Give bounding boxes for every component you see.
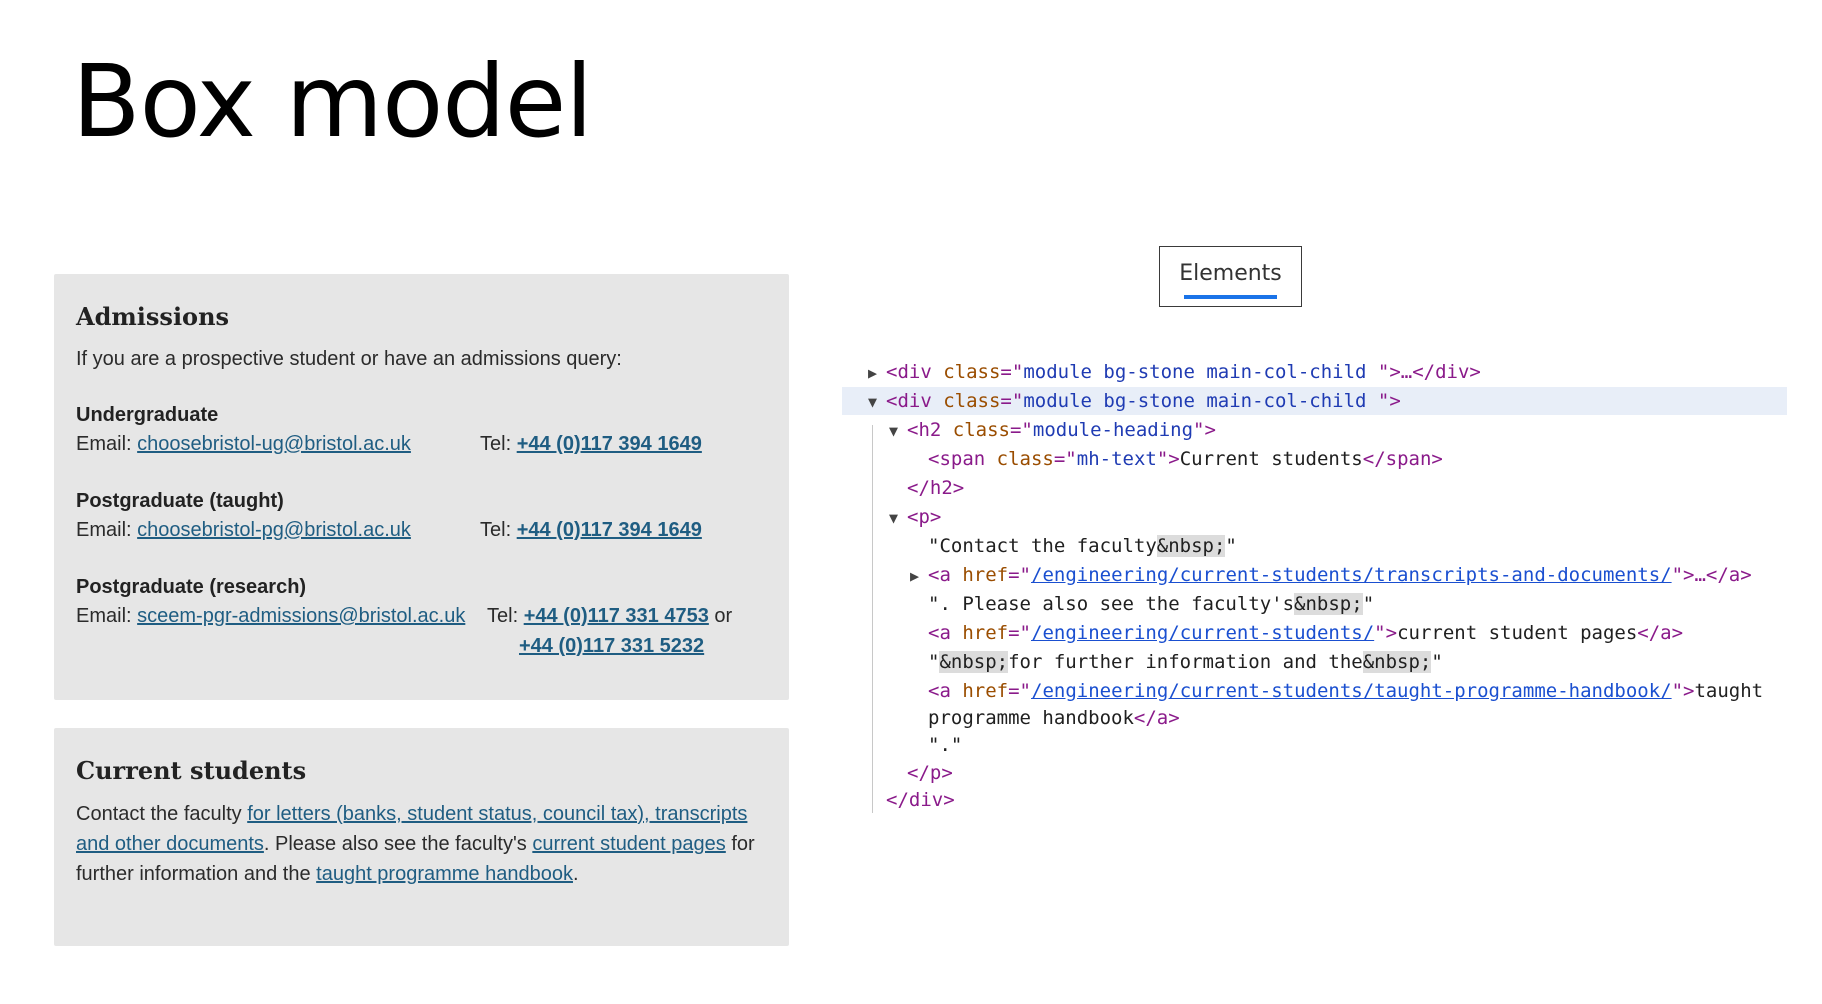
pg-research-email-link[interactable]: sceem-pgr-admissions@bristol.ac.uk xyxy=(137,605,465,627)
pg-research-title: Postgraduate (research) xyxy=(76,576,307,598)
tree-guide-line xyxy=(872,425,873,813)
pg-research-tel-link[interactable]: +44 (0)117 331 4753 xyxy=(524,605,709,627)
dom-node-h2-close[interactable]: </h2> xyxy=(907,474,964,502)
current-text-2: . Please also see the faculty's xyxy=(263,833,533,855)
pg-taught-group: Postgraduate (taught) Email: choosebrist… xyxy=(76,487,767,545)
tel-label: Tel: xyxy=(480,519,512,541)
undergraduate-email-link[interactable]: choosebristol-ug@bristol.ac.uk xyxy=(137,433,411,455)
pg-research-contact-row: Email: sceem-pgr-admissions@bristol.ac.u… xyxy=(76,601,767,631)
dom-text-node[interactable]: "Contact the faculty&nbsp;" xyxy=(928,532,1237,560)
dom-node-a[interactable]: <a href="/engineering/current-students/"… xyxy=(928,619,1683,647)
dom-node-a-collapsed[interactable]: ▶ <a href="/engineering/current-students/… xyxy=(910,561,1752,589)
dom-node-a[interactable]: <a href="/engineering/current-students/t… xyxy=(928,677,1763,705)
undergraduate-tel: Tel: +44 (0)117 394 1649 xyxy=(480,429,702,459)
dom-node-div-close[interactable]: </div> xyxy=(886,786,955,814)
dom-text-node[interactable]: "&nbsp;for further information and the&n… xyxy=(928,648,1443,676)
undergraduate-contact-row: Email: choosebristol-ug@bristol.ac.uk Te… xyxy=(76,429,767,459)
expand-triangle-icon[interactable]: ▶ xyxy=(910,562,928,590)
pg-taught-email-link[interactable]: choosebristol-pg@bristol.ac.uk xyxy=(137,519,411,541)
current-students-heading: Current students xyxy=(76,756,307,785)
pg-research-tel2-row: +44 (0)117 331 5232 xyxy=(76,631,767,661)
undergraduate-group: Undergraduate Email: choosebristol-ug@br… xyxy=(76,401,767,459)
slide-title: Box model xyxy=(72,43,593,160)
tel-label: Tel: xyxy=(480,433,512,455)
dom-text-continuation: programme handbook</a> xyxy=(928,707,1180,729)
collapse-triangle-icon[interactable]: ▼ xyxy=(889,417,907,445)
email-label: Email: xyxy=(76,519,132,541)
current-students-panel: Current students Contact the faculty for… xyxy=(54,728,789,946)
email-label: Email: xyxy=(76,605,132,627)
collapse-triangle-icon[interactable]: ▼ xyxy=(889,504,907,532)
tab-elements-label: Elements xyxy=(1179,261,1282,286)
admissions-heading: Admissions xyxy=(76,302,230,331)
dom-node-p[interactable]: ▼ <p> xyxy=(889,503,941,531)
pg-taught-title: Postgraduate (taught) xyxy=(76,490,284,512)
admissions-panel: Admissions If you are a prospective stud… xyxy=(54,274,789,700)
pg-research-group: Postgraduate (research) Email: sceem-pgr… xyxy=(76,573,767,661)
or-text: or xyxy=(714,605,733,627)
undergraduate-tel-link[interactable]: +44 (0)117 394 1649 xyxy=(517,433,702,455)
dom-node-h2[interactable]: ▼ <h2 class="module-heading"> xyxy=(889,416,1216,444)
tel-label: Tel: xyxy=(487,605,519,627)
pg-research-tel2-link[interactable]: +44 (0)117 331 5232 xyxy=(519,635,704,657)
current-student-pages-link[interactable]: current student pages xyxy=(532,833,725,855)
tab-elements[interactable]: Elements xyxy=(1159,246,1302,307)
dom-text-node[interactable]: ". Please also see the faculty's&nbsp;" xyxy=(928,590,1374,618)
current-text-4: . xyxy=(572,863,579,885)
dom-node-div-selected[interactable]: ▼ <div class="module bg-stone main-col-ch… xyxy=(842,387,1787,415)
dom-node-p-close[interactable]: </p> xyxy=(907,759,953,787)
dom-text-node[interactable]: "." xyxy=(928,731,962,759)
current-students-text: Contact the faculty for letters (banks, … xyxy=(76,799,756,889)
tab-active-indicator xyxy=(1184,295,1277,299)
dom-node-div-collapsed[interactable]: ▶ <div class="module bg-stone main-col-ch… xyxy=(868,358,1481,386)
pg-research-tel: Tel: +44 (0)117 331 4753 or xyxy=(487,601,732,631)
collapse-triangle-icon[interactable]: ▼ xyxy=(868,388,886,416)
pg-taught-contact-row: Email: choosebristol-pg@bristol.ac.uk Te… xyxy=(76,515,767,545)
email-label: Email: xyxy=(76,433,132,455)
pg-taught-tel-link[interactable]: +44 (0)117 394 1649 xyxy=(517,519,702,541)
dom-node-span[interactable]: <span class="mh-text">Current students</… xyxy=(928,445,1443,473)
undergraduate-title: Undergraduate xyxy=(76,404,219,426)
pg-taught-tel: Tel: +44 (0)117 394 1649 xyxy=(480,515,702,545)
taught-programme-handbook-link[interactable]: taught programme handbook xyxy=(316,863,573,885)
current-text-1: Contact the faculty xyxy=(76,803,248,825)
admissions-intro: If you are a prospective student or have… xyxy=(76,348,622,370)
expand-triangle-icon[interactable]: ▶ xyxy=(868,359,886,387)
